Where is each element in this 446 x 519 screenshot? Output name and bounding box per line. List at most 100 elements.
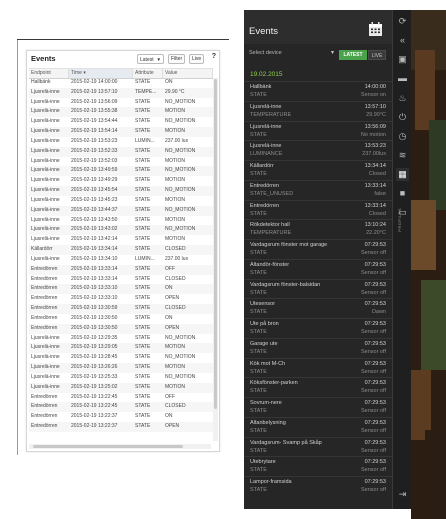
event-item[interactable]: Hallbänk STATE 14:00:00 Sensor on [244, 81, 392, 101]
column-header-time[interactable]: Time ▾ [69, 69, 133, 78]
latest-button[interactable]: LATEST [339, 50, 367, 60]
table-row[interactable]: Entredörren 2015-02-19 13:22:45 STATE OFF [29, 393, 213, 403]
cell-endpoint: Ljusrelä-inne [31, 118, 60, 125]
table-row[interactable]: Ljusrelä-inne 2015-02-19 13:52:33 STATE NO_… [29, 146, 213, 157]
table-row[interactable]: Ljusrelä-inne 2015-02-19 13:25:33 STATE NO_… [29, 373, 213, 383]
table-row[interactable]: Ljusrelä-inne 2015-02-19 13:52:03 STATE MOT… [29, 157, 213, 167]
filter-button[interactable]: Filter [168, 54, 186, 64]
column-header-endpoint[interactable]: Endpoint [29, 69, 69, 78]
table-row[interactable]: Ljusrelä-inne 2015-02-19 13:45:23 STATE MOT… [29, 196, 213, 206]
vertical-scrollbar[interactable] [213, 78, 218, 441]
cell-attribute: STATE [135, 354, 151, 361]
event-item[interactable]: Ljusrelä-inne LUMINANCE 13:53:23 237.00lux [244, 140, 392, 160]
column-header-attribute[interactable]: Attribute [133, 69, 163, 78]
power-icon[interactable]: ⏻ [396, 111, 409, 124]
table-row[interactable]: Ljusrelä-inne 2015-02-19 13:56:09 STATE NO_… [29, 98, 213, 108]
event-item[interactable]: Entredörren STATE_UNUSED 13:33:14 false [244, 179, 392, 200]
event-item[interactable]: Källardörr STATE 13:34:14 Closed [244, 160, 392, 180]
event-attribute: STATE [250, 447, 267, 454]
table-row[interactable]: Ljusrelä-inne 2015-02-19 13:49:59 STATE NO_… [29, 166, 213, 177]
gauge-icon[interactable]: ◷ [396, 130, 409, 143]
table-row[interactable]: Entredörren 2015-02-19 13:33:14 STATE CLOSE… [29, 275, 213, 285]
scrollbar-thumb[interactable] [214, 79, 217, 409]
event-value: Sensor off [361, 427, 386, 434]
cell-attribute: STATE [135, 334, 151, 341]
event-item[interactable]: Lampor-framsida STATE 07:29:53 Sensor off [244, 476, 392, 496]
event-item[interactable]: Rökdetektor hall TEMPERATURE 13:10:24 22.20… [244, 219, 392, 239]
event-item[interactable]: Altandör-fönster STATE 07:29:53 Sensor off [244, 258, 392, 279]
table-row[interactable]: Ljusrelä-inne 2015-02-19 13:43:02 STATE NO_… [29, 225, 213, 236]
calendar-icon[interactable]: ▦ [396, 168, 409, 181]
table-row[interactable]: Ljusrelä-inne 2015-02-19 13:29:35 STATE NO_… [29, 334, 213, 344]
table-row[interactable]: Ljusrelä-inne 2015-02-19 13:44:37 STATE NO_… [29, 205, 213, 216]
table-row[interactable]: Entredörren 2015-02-19 13:22:45 STATE CLOSE… [29, 402, 213, 413]
event-item[interactable]: Sovrum-nere STATE 07:29:53 Sensor off [244, 397, 392, 417]
table-row[interactable]: Ljusrelä-inne 2015-02-19 13:45:54 STATE NO_… [29, 186, 213, 196]
table-row[interactable]: Hallbänk 2015-02-19 14:00:00 STATE ON [29, 78, 213, 88]
chevron-down-icon[interactable]: ▾ [331, 49, 334, 56]
event-item[interactable]: Vardagsrum fönster mot garage STATE 07:29:… [244, 239, 392, 259]
table-row[interactable]: Ljusrelä-inne 2015-02-19 13:34:10 LUMIN...… [29, 255, 213, 265]
device-select[interactable]: Select device [249, 50, 282, 56]
table-row[interactable]: Ljusrelä-inne 2015-02-19 13:29:05 STATE MOT… [29, 343, 213, 354]
table-row[interactable]: Entredörren 2015-02-19 13:30:59 STATE CLOSE… [29, 304, 213, 314]
event-item[interactable]: Altanbelysning STATE 07:29:53 Sensor off [244, 416, 392, 437]
column-header-value[interactable]: Value [163, 69, 213, 78]
event-item[interactable]: Ute på bron STATE 07:29:53 Sensor off [244, 318, 392, 338]
table-row[interactable]: Entredörren 2015-02-19 13:30:50 STATE ON [29, 314, 213, 324]
event-item[interactable]: Ljusrelä-inne TEMPERATURE 13:57:10 29.90°C [244, 100, 392, 121]
table-row[interactable]: Ljusrelä-inne 2015-02-19 13:43:50 STATE MOT… [29, 216, 213, 226]
calendar-icon[interactable] [368, 21, 383, 42]
cell-time: 2015-02-19 13:22:45 [71, 393, 118, 400]
cell-endpoint: Ljusrelä-inne [31, 137, 60, 144]
period-select[interactable]: Latest ▼ [137, 54, 164, 64]
table-row[interactable]: Ljusrelä-inne 2015-02-19 13:25:02 STATE MOT… [29, 382, 213, 393]
lock-icon[interactable]: ▣ [396, 53, 409, 66]
table-row[interactable]: Ljusrelä-inne 2015-02-19 13:49:29 STATE MOT… [29, 176, 213, 186]
scrollbar-thumb[interactable] [33, 445, 183, 448]
table-row[interactable]: Ljusrelä-inne 2015-02-19 13:28:45 STATE NO_… [29, 353, 213, 363]
exit-icon[interactable]: ⇥ [396, 488, 409, 501]
event-item[interactable]: Utebrytare STATE 07:29:53 Sensor off [244, 456, 392, 476]
table-row[interactable]: Ljusrelä-inne 2015-02-19 13:54:44 STATE NO_… [29, 117, 213, 127]
table-row[interactable]: Entredörren 2015-02-19 13:33:10 STATE ON [29, 284, 213, 295]
help-icon[interactable]: ? [212, 53, 216, 60]
event-item[interactable]: Garage ute STATE 07:29:53 Sensor off [244, 337, 392, 358]
event-item[interactable]: Köksfönster-parken STATE 07:29:53 Sensor of… [244, 377, 392, 397]
event-item[interactable]: Ljusrelä-inne STATE 13:56:09 No motion [244, 120, 392, 141]
table-row[interactable]: Källardörr 2015-02-19 13:34:14 STATE CLOSED [29, 245, 213, 255]
table-row[interactable]: Ljusrelä-inne 2015-02-19 13:54:14 STATE MOT… [29, 127, 213, 137]
table-row[interactable]: Entredörren 2015-02-19 13:33:14 STATE OFF [29, 264, 213, 275]
events-window: Events Latest ▼ Filter Live ? Endpoint T… [26, 50, 220, 452]
live-button[interactable]: LIVE [368, 50, 386, 60]
event-item[interactable]: Utesensor STATE 07:29:53 Dawn [244, 298, 392, 318]
collapse-icon[interactable]: « [396, 34, 409, 47]
table-row[interactable]: Entredörren 2015-02-19 13:22:37 STATE OPEN [29, 421, 213, 432]
camera-icon[interactable]: ■ [396, 187, 409, 200]
table-row[interactable]: Ljusrelä-inne 2015-02-19 13:53:23 LUMIN...… [29, 137, 213, 147]
folder-icon[interactable]: ▬ [396, 72, 409, 85]
table-row[interactable]: Ljusrelä-inne 2015-02-19 13:57:10 TEMPE...… [29, 87, 213, 98]
table-row[interactable]: Ljusrelä-inne 2015-02-19 13:55:38 STATE MOT… [29, 107, 213, 118]
event-item[interactable]: Entredörren STATE 13:33:14 Closed [244, 199, 392, 220]
event-item[interactable]: Vardagsrum fönster-balsidan STATE 07:29:53… [244, 278, 392, 299]
event-item[interactable]: Kök mot M-Ch STATE 07:29:53 Sensor off [244, 357, 392, 378]
table-row[interactable]: Entredörren 2015-02-19 13:30:50 STATE OPEN [29, 323, 213, 334]
cell-attribute: STATE [135, 295, 151, 302]
signal-icon[interactable]: ≋ [396, 149, 409, 162]
table-row[interactable]: Entredörren 2015-02-19 13:22:37 STATE ON [29, 412, 213, 422]
event-name: Ljusrelä-inne [250, 103, 282, 110]
thermometer-icon[interactable]: ♨ [396, 92, 409, 105]
table-row[interactable]: Entredörren 2015-02-19 13:33:10 STATE OPEN [29, 294, 213, 304]
refresh-icon[interactable]: ⟳ [396, 15, 409, 28]
table-row[interactable]: Ljusrelä-inne 2015-02-19 13:42:14 STATE MOT… [29, 235, 213, 245]
table-row[interactable]: Ljusrelä-inne 2015-02-19 13:26:26 STATE MOT… [29, 363, 213, 373]
event-attribute: STATE [250, 348, 267, 355]
event-item[interactable]: Vardagsrum- Svamp på Skåp STATE 07:29:53 Se… [244, 436, 392, 457]
event-name: Köksfönster-parken [250, 380, 298, 387]
horizontal-scrollbar[interactable] [29, 444, 211, 449]
event-name: Rökdetektor hall [250, 222, 290, 229]
profiles-tab[interactable]: PROFILES [397, 208, 402, 232]
cell-value: MOTION [165, 216, 185, 223]
live-button[interactable]: Live [189, 54, 205, 64]
